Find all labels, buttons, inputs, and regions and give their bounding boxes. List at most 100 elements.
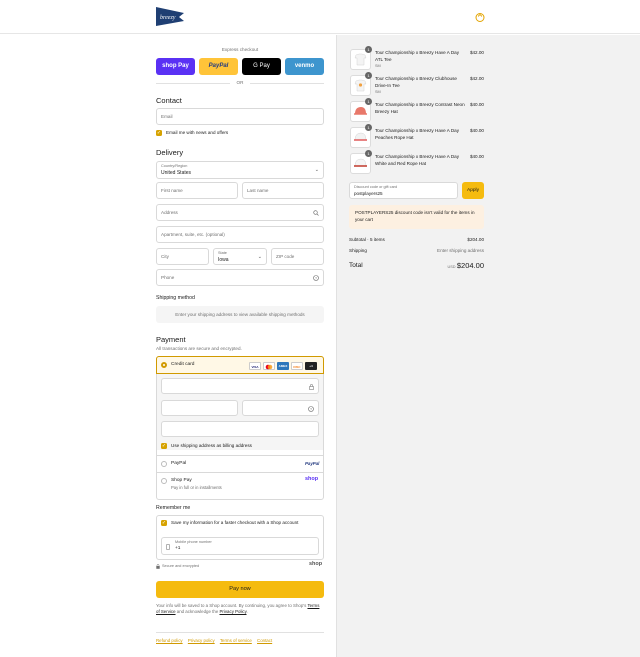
mobile-phone-value: +1 <box>175 546 181 551</box>
help-icon[interactable]: ? <box>308 406 314 412</box>
city-placeholder: City <box>161 254 169 259</box>
mobile-phone-icon <box>166 544 170 550</box>
country-value: United States <box>161 169 192 176</box>
quantity-badge: 1 <box>365 72 372 79</box>
google-pay-button[interactable]: G Pay <box>242 58 281 75</box>
apply-button[interactable]: Apply <box>462 182 484 199</box>
more-cards-badge: +4 <box>305 362 317 370</box>
venmo-button[interactable]: venmo <box>285 58 324 75</box>
item-title: Tour Championship x Breezy Have A Day Pe… <box>375 128 460 140</box>
shop-pay-button[interactable]: shop Pay <box>156 58 195 75</box>
email-field[interactable]: Email <box>156 108 324 125</box>
discount-error-text: POSTPLAYERS25 discount code isn't valid … <box>355 210 475 222</box>
apartment-field[interactable]: Apartment, suite, etc. (optional) <box>156 226 324 243</box>
total-amount: USD $204.00 <box>420 261 484 270</box>
pay-now-label: Pay now <box>229 586 251 592</box>
credit-card-radio[interactable] <box>161 362 167 368</box>
lock-icon <box>309 384 314 390</box>
security-code-field[interactable]: ? <box>242 400 319 416</box>
name-on-card-field[interactable] <box>161 421 319 437</box>
amex-icon: AMEX <box>277 362 289 370</box>
breezy-logo[interactable]: breezy <box>155 6 185 27</box>
country-select[interactable]: Country/Region United States ⌄ <box>156 161 324 179</box>
footer-links: Refund policy Privacy policy Terms of se… <box>156 638 276 643</box>
paypal-button[interactable]: PayPal <box>199 58 238 75</box>
shopping-bag-icon[interactable] <box>475 12 485 22</box>
expiration-field[interactable] <box>161 400 238 416</box>
shipping-method-note: Enter your shipping address to view avai… <box>156 306 324 323</box>
quantity-badge: 1 <box>365 124 372 131</box>
paypal-radio[interactable] <box>161 461 167 467</box>
state-label: State <box>218 251 227 255</box>
address-placeholder: Address <box>161 210 178 215</box>
legal-text-2: and acknowledge the <box>176 609 219 615</box>
first-name-field[interactable]: First name <box>156 182 238 199</box>
item-price: $40.00 <box>469 154 484 159</box>
express-checkout-label: Express checkout <box>221 47 259 52</box>
phone-field[interactable]: Phone ? <box>156 269 324 286</box>
shop-pay-option-label: Shop Pay <box>171 478 192 483</box>
svg-text:?: ? <box>310 407 312 411</box>
chevron-down-icon: ⌄ <box>314 167 319 173</box>
address-field[interactable]: Address <box>156 204 324 221</box>
cart-item: 1 Tour Championship x Breezy Have A Day … <box>350 124 484 151</box>
terms-of-service-link[interactable]: Terms of service <box>220 638 252 643</box>
refund-policy-link[interactable]: Refund policy <box>156 638 183 643</box>
billing-address-checkbox[interactable]: ✓ <box>161 443 167 449</box>
item-title: Tour Championship x Breezy Contrast Neon… <box>375 102 465 114</box>
discount-error-banner: POSTPLAYERS25 discount code isn't valid … <box>349 205 484 229</box>
save-info-checkbox[interactable]: ✓ <box>161 520 167 526</box>
item-variant: SM <box>375 64 381 68</box>
mobile-phone-label: Mobile phone number <box>175 540 212 544</box>
shop-pay-logo: shop <box>305 476 319 482</box>
footer-divider <box>156 632 324 633</box>
pay-now-button[interactable]: Pay now <box>156 581 324 598</box>
svg-text:?: ? <box>315 276 317 280</box>
remember-me-heading: Remember me <box>156 505 191 511</box>
item-title: Tour Championship x Breezy Have A Day AT… <box>375 50 460 62</box>
save-info-label: Save my information for a faster checkou… <box>171 520 299 525</box>
shop-pay-radio[interactable] <box>161 478 167 484</box>
divider-left <box>156 83 230 84</box>
apartment-placeholder: Apartment, suite, etc. (optional) <box>161 232 225 237</box>
item-price: $40.00 <box>469 102 484 107</box>
paypal-logo: PayPal <box>305 461 320 466</box>
shop-pay-subtitle: Pay in full or in installments <box>171 485 222 490</box>
divider <box>156 455 324 456</box>
discover-icon: DISC <box>291 362 303 370</box>
chevron-down-icon: ⌄ <box>257 254 262 260</box>
privacy-link[interactable]: Privacy Policy <box>220 609 247 614</box>
item-price: $40.00 <box>469 128 484 133</box>
first-name-placeholder: First name <box>161 188 183 193</box>
last-name-field[interactable]: Last name <box>242 182 324 199</box>
mastercard-icon <box>263 362 275 370</box>
item-title: Tour Championship x Breezy Clubhouse Dri… <box>375 76 457 88</box>
shop-logo: shop <box>309 561 323 567</box>
legal-end: . <box>246 609 248 615</box>
quantity-badge: 1 <box>365 98 372 105</box>
lock-icon <box>156 564 160 569</box>
currency-code: USD <box>447 265 456 269</box>
shipping-label: Shipping <box>349 248 367 253</box>
help-icon[interactable]: ? <box>313 275 319 281</box>
divider <box>156 472 324 473</box>
payment-heading: Payment <box>156 335 186 344</box>
privacy-policy-link[interactable]: Privacy policy <box>188 638 215 643</box>
city-field[interactable]: City <box>156 248 209 265</box>
discount-code-field[interactable]: Discount code or gift card postplayers25 <box>349 182 458 199</box>
google-pay-text: G Pay <box>253 63 270 69</box>
phone-placeholder: Phone <box>161 275 175 280</box>
card-number-field[interactable] <box>161 378 319 394</box>
paypal-text: PayPal <box>208 63 229 69</box>
contact-link[interactable]: Contact <box>257 638 272 643</box>
divider-right <box>250 83 324 84</box>
state-select[interactable]: State Iowa ⌄ <box>213 248 267 265</box>
paypal-option-label: PayPal <box>171 461 187 466</box>
country-label: Country/Region <box>161 164 188 168</box>
zip-field[interactable]: ZIP code <box>271 248 324 265</box>
mobile-phone-field[interactable]: Mobile phone number +1 <box>161 537 319 555</box>
discount-code-value: postplayers25 <box>354 190 383 196</box>
quantity-badge: 1 <box>365 46 372 53</box>
newsletter-checkbox[interactable]: ✓ <box>156 130 162 136</box>
venmo-text: venmo <box>294 63 315 69</box>
